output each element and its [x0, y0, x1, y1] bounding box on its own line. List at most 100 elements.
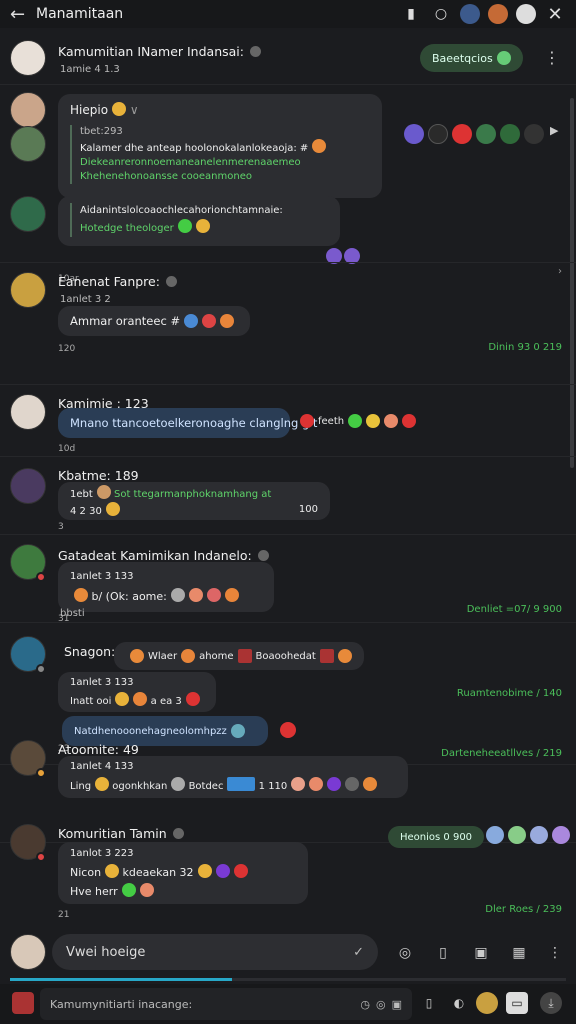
message-bubble[interactable]: Mnano ttancoetoelkeronoaghe clanglng g t	[58, 408, 317, 438]
emoji-icon	[233, 864, 248, 878]
message-text: Wlaer	[148, 650, 178, 662]
bottom-input[interactable]: Kamumynitiarti inacange: ◷ ◎ ▣	[40, 988, 412, 1020]
emoji-icon	[181, 649, 196, 663]
avatar[interactable]	[10, 934, 46, 970]
circle-icon[interactable]: ◎	[376, 998, 386, 1011]
avatar-icon[interactable]	[476, 992, 498, 1014]
emoji-icon	[105, 864, 120, 878]
app-icon[interactable]	[12, 992, 34, 1014]
trash-icon[interactable]: ▯	[432, 942, 454, 964]
quoted-message[interactable]: Aidanintslolcoaochlecahorionchtamnaie: H…	[70, 203, 328, 237]
info-icon[interactable]	[249, 46, 261, 57]
window-icon[interactable]: ▭	[506, 992, 528, 1014]
reaction-row[interactable]: feeth	[296, 414, 417, 428]
info-icon[interactable]	[257, 550, 269, 561]
avatar[interactable]	[10, 92, 46, 128]
pin-icon[interactable]: ⤓	[540, 992, 562, 1014]
reaction-row[interactable]	[482, 826, 570, 844]
send-icon[interactable]: ✓	[353, 945, 364, 960]
message-text: Ling	[70, 781, 92, 792]
message-mark: 21	[58, 910, 70, 920]
media-icon[interactable]: ▣	[470, 942, 492, 964]
arrow-left-icon[interactable]: ←	[10, 4, 36, 25]
message-bubble[interactable]: 1anlot 3 223 Nicon kdeaekan 32 Hve herr	[58, 842, 308, 904]
avatar-icon[interactable]	[460, 4, 480, 24]
avatar-icon[interactable]	[516, 4, 536, 24]
emoji-icon	[309, 777, 324, 791]
message-bubble[interactable]: 1anlet 3 133 Inatt ooi a ea 3	[58, 672, 216, 712]
sender-name-text: Komuritian Tamin	[58, 826, 167, 841]
avatar[interactable]	[10, 394, 46, 430]
message-text: Hve herr	[70, 885, 118, 898]
message-bubble[interactable]: 1anlet 3 133 b/ (Ok: aome:	[58, 562, 274, 612]
clock-icon[interactable]: ◷	[360, 998, 370, 1011]
info-icon[interactable]	[165, 276, 177, 287]
gift-icon[interactable]: ▦	[508, 942, 530, 964]
info-icon[interactable]	[172, 828, 184, 839]
play-icon[interactable]: ▶	[550, 124, 558, 144]
message-line: Hve herr	[70, 882, 296, 901]
delete-icon[interactable]: ▯	[418, 992, 440, 1014]
quote-text-content: Hotedge theologer	[80, 223, 174, 234]
bottom-input-placeholder: Kamumynitiarti inacange:	[50, 997, 193, 1011]
more-options-icon[interactable]: ⋮	[544, 48, 560, 67]
emoji-icon	[133, 692, 148, 706]
message-time: 100	[298, 504, 318, 515]
avatar-icon[interactable]	[488, 4, 508, 24]
divider	[0, 456, 576, 457]
quote-text: Khehenehonoansse cooeanmoneo	[80, 171, 252, 182]
emoji-icon	[319, 649, 334, 663]
message-text: Nicon	[70, 866, 102, 879]
sender-name: Snagon:	[64, 644, 116, 659]
avatar-icon	[452, 124, 472, 144]
avatar[interactable]	[10, 126, 46, 162]
reaction-avatars[interactable]: ▶	[400, 124, 558, 144]
status-dot	[36, 664, 46, 674]
emoji-icon	[312, 139, 327, 153]
message-bubble[interactable]: 1anlet 4 133 Ling ogonkhkan Botdec 1 110	[58, 756, 408, 798]
message-bubble[interactable]: Wlaer ahome Boaoohedat	[114, 642, 364, 670]
globe-icon[interactable]: ◐	[448, 992, 470, 1014]
sender-name: Kbatme: 189	[58, 468, 139, 483]
layers-icon[interactable]: ▣	[392, 998, 402, 1011]
sender-name-text: Hiepio	[70, 103, 109, 117]
message-mark: 3	[58, 522, 64, 532]
upload-progress	[10, 978, 566, 981]
message-input[interactable]: Vwei hoeige ✓	[52, 934, 378, 970]
message-bubble[interactable]: Aidanintslolcoaochlecahorionchtamnaie: H…	[58, 196, 340, 246]
status-badge[interactable]: Heonios 0 900	[388, 826, 485, 848]
emoji-icon	[220, 314, 235, 328]
emoji-icon	[105, 502, 120, 516]
message-item: Kamumitian INamer Indansai: 1amie 4 1.3 …	[0, 28, 576, 84]
message-text: Mnano ttancoetoelkeronoaghe clanglng g t	[70, 416, 318, 430]
avatar[interactable]	[10, 40, 46, 76]
avatar[interactable]	[10, 272, 46, 308]
message-list[interactable]: Kamumitian INamer Indansai: 1amie 4 1.3 …	[0, 28, 576, 928]
quote-time: tbet:293	[80, 126, 123, 137]
emoji-picker-icon[interactable]: ◎	[394, 942, 416, 964]
emoji-icon	[95, 777, 110, 791]
avatar[interactable]	[10, 468, 46, 504]
avatar[interactable]	[10, 196, 46, 232]
emoji-icon	[300, 414, 314, 428]
bookmark-icon[interactable]: ▮	[400, 3, 422, 25]
message-prefix: 1ebt	[70, 489, 93, 500]
sender-name-text: Gatadeat Kamimikan Indanelo:	[58, 548, 252, 563]
message-bubble[interactable]: Ammar oranteec #	[58, 306, 250, 336]
message-item: Atoomite: 49 1anlet 4 133 Ling ogonkhkan…	[0, 734, 576, 814]
emoji-icon	[227, 777, 256, 791]
message-bubble[interactable]: 1ebt Sot ttegarmanphoknamhang at 4 2 30 1…	[58, 482, 330, 520]
emoji-icon	[363, 777, 378, 791]
message-line: Inatt ooi a ea 3	[70, 692, 204, 711]
top-bar: ← Manamitaan ▮ ○ ✕	[0, 0, 576, 28]
more-options-icon[interactable]: ⋮	[544, 942, 566, 964]
divider	[0, 262, 576, 263]
quoted-message[interactable]: tbet:293 Kalamer dhe anteap hoolonokalan…	[70, 125, 370, 184]
chevron-down-icon[interactable]: ∨	[130, 103, 139, 117]
sender-name-text: Eanenat Fanpre:	[58, 274, 160, 289]
status-badge[interactable]: Baeetqcios	[420, 44, 523, 72]
message-subtitle: 1anlet 4 133	[70, 761, 134, 772]
close-icon[interactable]: ✕	[544, 3, 566, 25]
circle-icon[interactable]: ○	[430, 3, 452, 25]
message-bubble[interactable]: Hiepio ∨ tbet:293 Kalamer dhe anteap hoo…	[58, 94, 382, 198]
